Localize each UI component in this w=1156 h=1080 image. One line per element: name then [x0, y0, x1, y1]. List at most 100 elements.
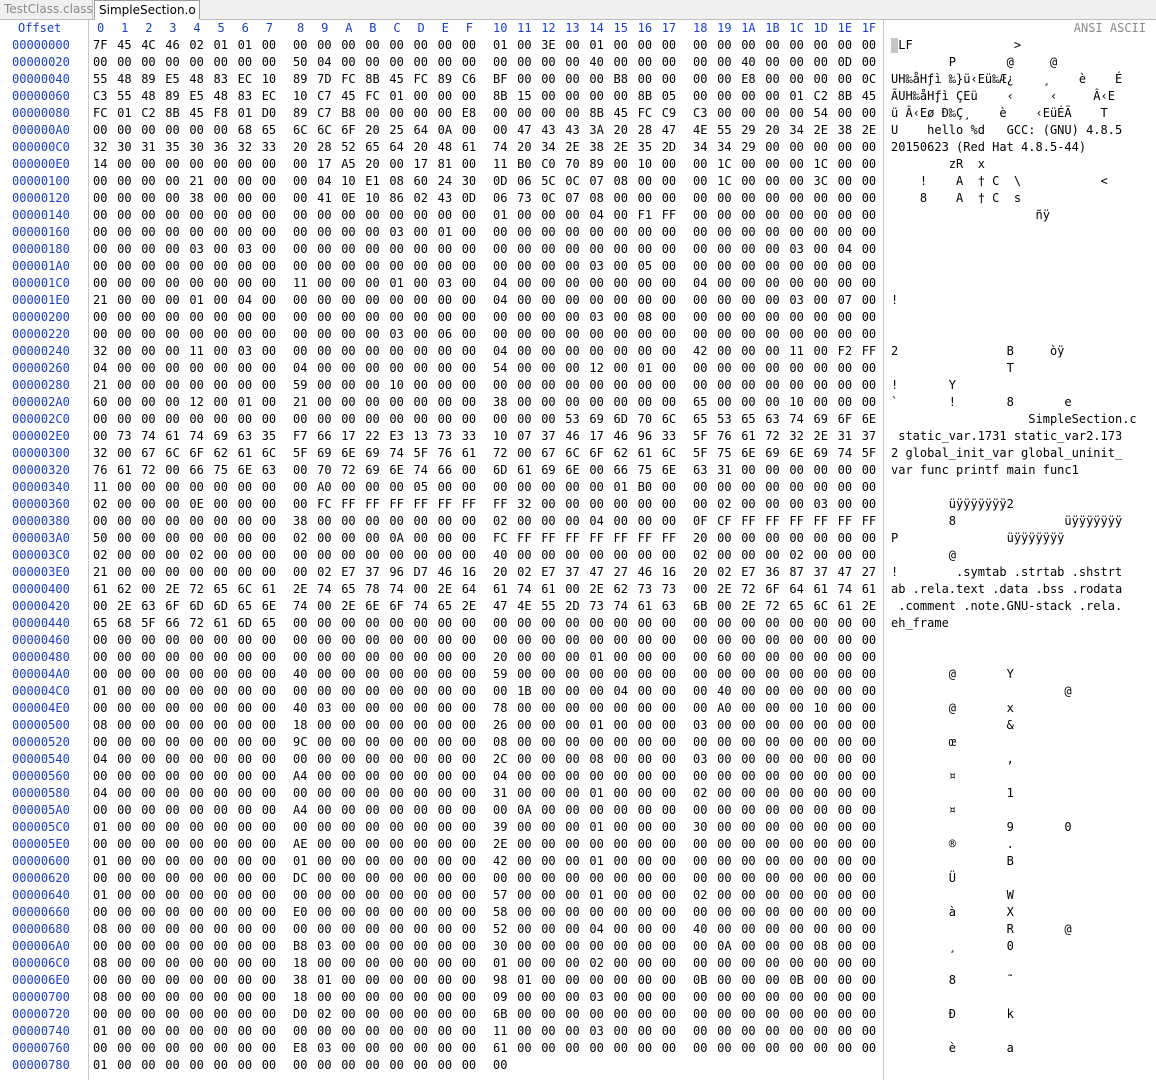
- hex-byte[interactable]: 01: [93, 1023, 107, 1040]
- hex-byte[interactable]: 00: [317, 768, 331, 785]
- hex-row[interactable]: 00000120 00 00 00 00 38 00 00 00 00 41 0E 10 86 02 43 0D…: [0, 190, 1156, 207]
- hex-byte[interactable]: 00: [389, 343, 403, 360]
- row-ascii[interactable]: UH‰åHƒì ‰}ü‹Eü‰Æ¿ ¸ è É: [891, 71, 1122, 88]
- hex-byte[interactable]: 05: [638, 258, 652, 275]
- hex-byte[interactable]: 00: [165, 683, 179, 700]
- hex-byte[interactable]: 00: [614, 955, 628, 972]
- hex-byte[interactable]: 00: [765, 802, 779, 819]
- hex-byte[interactable]: 00: [262, 989, 276, 1006]
- hex-byte[interactable]: 00: [262, 683, 276, 700]
- hex-byte[interactable]: FC: [414, 71, 428, 88]
- row-ascii[interactable]: U hello %d GCC: (GNU) 4.8.5: [891, 122, 1122, 139]
- hex-byte[interactable]: 00: [365, 972, 379, 989]
- hex-byte[interactable]: 63: [141, 598, 155, 615]
- hex-byte[interactable]: 00: [541, 836, 555, 853]
- hex-byte[interactable]: 00: [662, 377, 676, 394]
- hex-byte[interactable]: 00: [614, 258, 628, 275]
- hex-byte[interactable]: 40: [293, 700, 307, 717]
- hex-byte[interactable]: 6E: [862, 411, 876, 428]
- hex-byte[interactable]: 00: [165, 989, 179, 1006]
- hex-byte[interactable]: 00: [414, 938, 428, 955]
- hex-byte[interactable]: 00: [638, 54, 652, 71]
- hex-byte[interactable]: 00: [565, 972, 579, 989]
- hex-byte[interactable]: 00: [638, 819, 652, 836]
- hex-byte[interactable]: 00: [214, 207, 228, 224]
- hex-byte[interactable]: 00: [541, 88, 555, 105]
- hex-byte[interactable]: 00: [141, 1040, 155, 1057]
- hex-byte[interactable]: 00: [117, 326, 131, 343]
- hex-byte[interactable]: 00: [462, 1057, 476, 1074]
- hex-byte[interactable]: 26: [493, 717, 507, 734]
- hex-byte[interactable]: 75: [214, 462, 228, 479]
- hex-byte[interactable]: 00: [438, 394, 452, 411]
- hex-byte[interactable]: 2E: [117, 598, 131, 615]
- hex-byte[interactable]: 00: [662, 955, 676, 972]
- hex-byte[interactable]: 00: [117, 479, 131, 496]
- hex-byte[interactable]: 00: [541, 1006, 555, 1023]
- hex-byte[interactable]: 00: [541, 496, 555, 513]
- hex-byte[interactable]: 6F: [765, 581, 779, 598]
- hex-byte[interactable]: 50: [293, 54, 307, 71]
- hex-byte[interactable]: E7: [341, 564, 355, 581]
- hex-byte[interactable]: 00: [462, 275, 476, 292]
- hex-byte[interactable]: 00: [262, 326, 276, 343]
- hex-byte[interactable]: 00: [493, 241, 507, 258]
- hex-byte[interactable]: 41: [317, 190, 331, 207]
- hex-byte[interactable]: 2D: [662, 139, 676, 156]
- hex-byte[interactable]: 00: [862, 156, 876, 173]
- hex-byte[interactable]: 8B: [165, 105, 179, 122]
- hex-byte[interactable]: 00: [414, 819, 428, 836]
- hex-byte[interactable]: 00: [214, 377, 228, 394]
- hex-byte[interactable]: 00: [341, 734, 355, 751]
- hex-byte[interactable]: 00: [717, 275, 731, 292]
- hex-byte[interactable]: 00: [693, 173, 707, 190]
- hex-byte[interactable]: 00: [389, 1023, 403, 1040]
- hex-byte[interactable]: 00: [438, 989, 452, 1006]
- hex-byte[interactable]: 00: [589, 71, 603, 88]
- hex-byte[interactable]: 00: [662, 819, 676, 836]
- hex-byte[interactable]: 00: [589, 1040, 603, 1057]
- hex-byte[interactable]: 00: [317, 649, 331, 666]
- hex-byte[interactable]: 65: [262, 615, 276, 632]
- hex-byte[interactable]: 00: [214, 496, 228, 513]
- hex-byte[interactable]: 00: [741, 105, 755, 122]
- hex-byte[interactable]: 00: [165, 275, 179, 292]
- hex-byte[interactable]: 00: [717, 326, 731, 343]
- hex-byte[interactable]: 00: [165, 887, 179, 904]
- hex-byte[interactable]: 00: [389, 819, 403, 836]
- hex-byte[interactable]: 00: [262, 258, 276, 275]
- hex-byte[interactable]: 00: [438, 870, 452, 887]
- hex-byte[interactable]: 00: [462, 921, 476, 938]
- hex-byte[interactable]: 00: [693, 241, 707, 258]
- hex-byte[interactable]: 00: [238, 275, 252, 292]
- hex-byte[interactable]: 00: [389, 649, 403, 666]
- hex-byte[interactable]: 00: [293, 564, 307, 581]
- hex-byte[interactable]: 00: [662, 717, 676, 734]
- hex-byte[interactable]: 00: [717, 88, 731, 105]
- hex-byte[interactable]: 00: [493, 1057, 507, 1074]
- hex-byte[interactable]: 61: [117, 462, 131, 479]
- hex-byte[interactable]: 12: [589, 360, 603, 377]
- hex-byte[interactable]: 30: [493, 938, 507, 955]
- hex-byte[interactable]: 00: [414, 275, 428, 292]
- hex-byte[interactable]: 00: [293, 496, 307, 513]
- hex-byte[interactable]: 00: [389, 479, 403, 496]
- hex-byte[interactable]: 32: [238, 139, 252, 156]
- hex-byte[interactable]: A0: [717, 700, 731, 717]
- hex-byte[interactable]: EC: [238, 71, 252, 88]
- hex-byte[interactable]: 00: [262, 224, 276, 241]
- hex-byte[interactable]: 00: [462, 734, 476, 751]
- hex-byte[interactable]: 00: [293, 547, 307, 564]
- hex-byte[interactable]: 00: [93, 870, 107, 887]
- hex-byte[interactable]: 00: [717, 207, 731, 224]
- hex-row[interactable]: 000000A0 00 00 00 00 00 00 68 65 6C 6C 6F 20 25 64 0A 00…: [0, 122, 1156, 139]
- hex-byte[interactable]: 00: [838, 768, 852, 785]
- hex-byte[interactable]: 00: [541, 326, 555, 343]
- hex-byte[interactable]: 00: [717, 360, 731, 377]
- hex-byte[interactable]: 00: [117, 989, 131, 1006]
- hex-byte[interactable]: 74: [389, 581, 403, 598]
- hex-byte[interactable]: 00: [293, 224, 307, 241]
- hex-byte[interactable]: 00: [293, 1023, 307, 1040]
- hex-byte[interactable]: 00: [789, 1006, 803, 1023]
- hex-byte[interactable]: 00: [741, 819, 755, 836]
